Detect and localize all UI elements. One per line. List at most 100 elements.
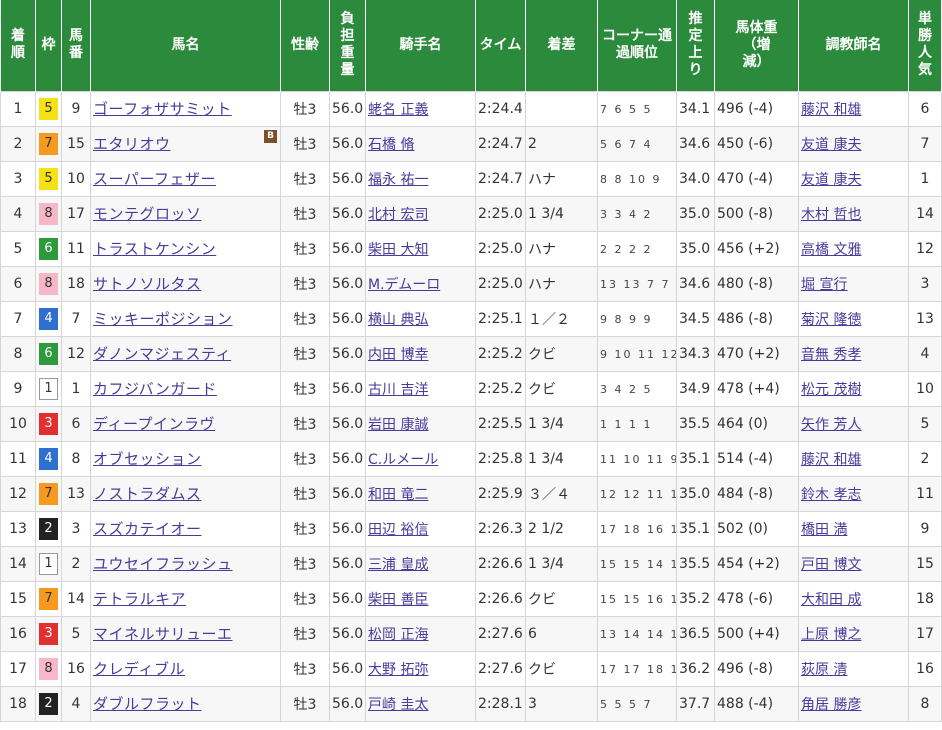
corner-cell: 2 2 2 2 — [597, 230, 677, 267]
result-row: 12 7 13 ノストラダムス 牡3 56.0 和田 竜二 2:25.9 ３／４ 12 12 11… — [0, 475, 942, 512]
waku-cell: 1 — [35, 370, 62, 407]
jockey-link[interactable]: 田辺 裕信 — [368, 522, 428, 538]
header-umaban: 馬番 — [61, 0, 91, 91]
waku-cell: 2 — [35, 685, 62, 722]
trainer-link[interactable]: 上原 博之 — [801, 627, 861, 643]
jockey-link[interactable]: 北村 宏司 — [368, 207, 428, 223]
rank-cell: 5 — [0, 230, 36, 267]
trainer-link[interactable]: 戸田 博文 — [801, 557, 861, 573]
load-cell: 56.0 — [329, 230, 366, 267]
trainer-link[interactable]: 友道 康夫 — [801, 172, 861, 188]
horse-name-link[interactable]: ダブルフラット — [93, 695, 202, 713]
waku-badge: 2 — [39, 692, 58, 715]
horse-name-link[interactable]: エタリオウ — [93, 135, 171, 153]
jockey-link[interactable]: 蛯名 正義 — [368, 102, 428, 118]
horse-name-link[interactable]: ユウセイフラッシュ — [93, 555, 233, 573]
sex-age-cell: 牡3 — [280, 615, 330, 652]
jockey-link[interactable]: 横山 典弘 — [368, 312, 428, 328]
trainer-link[interactable]: 鈴木 孝志 — [801, 487, 861, 503]
time-cell: 2:27.6 — [475, 650, 526, 687]
horse-name-link[interactable]: モンテグロッソ — [93, 205, 202, 223]
trainer-link[interactable]: 高橋 文雅 — [801, 242, 861, 258]
result-row: 4 8 17 モンテグロッソ 牡3 56.0 北村 宏司 2:25.0 1 3/4 3 3 4 2… — [0, 195, 942, 232]
trainer-link[interactable]: 木村 哲也 — [801, 207, 861, 223]
horse-cell: ダノンマジェスティ — [90, 335, 281, 372]
header-horse: 馬名 — [90, 0, 281, 91]
body-weight-cell: 450 (-6) — [714, 125, 799, 162]
waku-badge: 8 — [39, 272, 58, 295]
jockey-link[interactable]: M.デムーロ — [368, 277, 440, 293]
jockey-link[interactable]: 内田 博幸 — [368, 347, 428, 363]
time-cell: 2:25.9 — [475, 475, 526, 512]
waku-cell: 6 — [35, 230, 62, 267]
horse-name-link[interactable]: テトラルキア — [93, 590, 186, 608]
horse-name-link[interactable]: トラストケンシン — [93, 240, 216, 258]
jockey-link[interactable]: 石橋 脩 — [368, 137, 414, 153]
jockey-link[interactable]: 柴田 大知 — [368, 242, 428, 258]
jockey-link[interactable]: 松岡 正海 — [368, 627, 428, 643]
umaban-cell: 12 — [61, 335, 91, 372]
horse-name-link[interactable]: ノストラダムス — [93, 485, 202, 503]
header-waku: 枠 — [35, 0, 62, 91]
trainer-link[interactable]: 大和田 成 — [801, 592, 861, 608]
corner-positions: 1 1 1 1 — [600, 417, 653, 431]
waku-badge: 8 — [39, 657, 58, 680]
trainer-link[interactable]: 矢作 芳人 — [801, 417, 861, 433]
corner-cell: 11 10 11 9 — [597, 440, 677, 477]
jockey-link[interactable]: 柴田 善臣 — [368, 592, 428, 608]
waku-cell: 6 — [35, 335, 62, 372]
horse-name-link[interactable]: スズカテイオー — [93, 520, 202, 538]
waku-cell: 2 — [35, 510, 62, 547]
jockey-cell: 福永 祐一 — [365, 160, 476, 197]
jockey-link[interactable]: 三浦 皇成 — [368, 557, 428, 573]
trainer-link[interactable]: 荻原 清 — [801, 662, 847, 678]
horse-name-link[interactable]: クレディブル — [93, 660, 185, 678]
trainer-link[interactable]: 音無 秀孝 — [801, 347, 861, 363]
trainer-link[interactable]: 友道 康夫 — [801, 137, 861, 153]
horse-name-link[interactable]: ミッキーポジション — [93, 310, 233, 328]
waku-cell: 4 — [35, 440, 62, 477]
horse-name-link[interactable]: マイネルサリューエ — [93, 625, 233, 643]
horse-name-link[interactable]: ディープインラヴ — [93, 415, 215, 433]
horse-name-link[interactable]: ゴーフォザサミット — [93, 100, 232, 118]
header-rank: 着順 — [0, 0, 36, 91]
last3f-cell: 35.1 — [676, 510, 715, 547]
horse-name-link[interactable]: ダノンマジェスティ — [93, 345, 231, 363]
horse-name-link[interactable]: カフジバンガード — [93, 380, 217, 398]
horse-cell: クレディブル — [90, 650, 281, 687]
trainer-link[interactable]: 橋田 満 — [801, 522, 847, 538]
jockey-link[interactable]: C.ルメール — [368, 452, 438, 468]
jockey-link[interactable]: 岩田 康誠 — [368, 417, 428, 433]
sex-age-cell: 牡3 — [280, 195, 330, 232]
trainer-link[interactable]: 角居 勝彦 — [801, 697, 861, 713]
trainer-link[interactable]: 松元 茂樹 — [801, 382, 861, 398]
sex-age-cell: 牡3 — [280, 300, 330, 337]
corner-cell: 15 15 14 14 — [597, 545, 677, 582]
jockey-link[interactable]: 福永 祐一 — [368, 172, 428, 188]
popularity-cell: 2 — [908, 440, 942, 477]
trainer-link[interactable]: 藤沢 和雄 — [801, 102, 861, 118]
jockey-link[interactable]: 古川 吉洋 — [368, 382, 428, 398]
horse-name-link[interactable]: サトノソルタス — [93, 275, 202, 293]
body-weight-cell: 514 (-4) — [714, 440, 799, 477]
horse-name-link[interactable]: スーパーフェザー — [93, 170, 216, 188]
load-cell: 56.0 — [329, 370, 366, 407]
rank-cell: 10 — [0, 405, 36, 442]
trainer-link[interactable]: 菊沢 隆徳 — [801, 312, 861, 328]
jockey-link[interactable]: 和田 竜二 — [368, 487, 428, 503]
last3f-cell: 36.5 — [676, 615, 715, 652]
jockey-cell: 柴田 大知 — [365, 230, 476, 267]
jockey-link[interactable]: 戸崎 圭太 — [368, 697, 428, 713]
corner-positions: 3 3 4 2 — [600, 207, 653, 221]
last3f-cell: 34.5 — [676, 300, 715, 337]
load-cell: 56.0 — [329, 440, 366, 477]
jockey-link[interactable]: 大野 拓弥 — [368, 662, 428, 678]
margin-cell: 1 3/4 — [525, 405, 598, 442]
umaban-cell: 11 — [61, 230, 91, 267]
horse-name-link[interactable]: オブセッション — [93, 450, 202, 468]
trainer-link[interactable]: 藤沢 和雄 — [801, 452, 861, 468]
rank-cell: 2 — [0, 125, 36, 162]
corner-cell: 1 1 1 1 — [597, 405, 677, 442]
horse-cell: ダブルフラット — [90, 685, 281, 722]
trainer-link[interactable]: 堀 宣行 — [801, 277, 847, 293]
